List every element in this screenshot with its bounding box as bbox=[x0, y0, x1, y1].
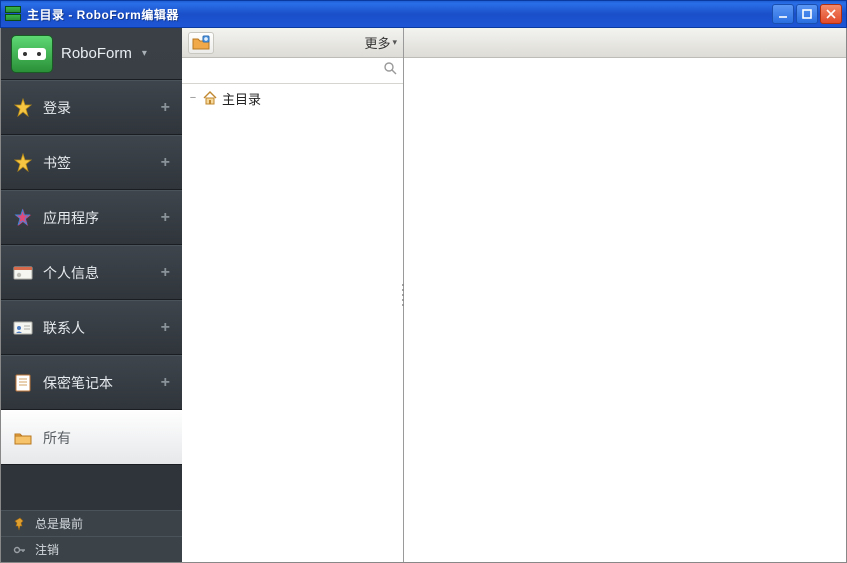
sidebar-footer: 总是最前 注销 bbox=[1, 510, 182, 562]
add-icon[interactable]: + bbox=[161, 154, 170, 172]
sidebar-item-label: 书签 bbox=[43, 153, 151, 173]
splitter-handle[interactable] bbox=[401, 284, 406, 306]
key-icon bbox=[13, 543, 27, 557]
sidebar-nav: 登录 + 书签 + 应用程序 + 个人信 bbox=[1, 80, 182, 465]
contacts-icon bbox=[13, 318, 33, 338]
roboform-logo-icon bbox=[11, 35, 53, 73]
brand-name: RoboForm bbox=[61, 45, 132, 62]
sidebar-spacer bbox=[1, 465, 182, 510]
detail-content bbox=[404, 58, 846, 562]
brand-menu[interactable]: RoboForm ▾ bbox=[1, 28, 182, 80]
detail-toolbar bbox=[404, 28, 846, 58]
folder-icon bbox=[13, 428, 33, 448]
collapse-icon[interactable]: − bbox=[188, 92, 198, 104]
sidebar-item-bookmarks[interactable]: 书签 + bbox=[1, 135, 182, 190]
footer-label: 注销 bbox=[35, 541, 59, 558]
star-key-icon bbox=[13, 98, 33, 118]
sidebar-item-safenotes[interactable]: 保密笔记本 + bbox=[1, 355, 182, 410]
home-icon bbox=[202, 90, 218, 106]
tree-item-label: 主目录 bbox=[222, 89, 261, 108]
notepad-icon bbox=[13, 373, 33, 393]
new-folder-button[interactable] bbox=[188, 32, 214, 54]
sidebar-item-contacts[interactable]: 联系人 + bbox=[1, 300, 182, 355]
sidebar-item-label: 登录 bbox=[43, 98, 151, 118]
sidebar-item-label: 所有 bbox=[43, 428, 170, 448]
list-toolbar: 更多 ▾ bbox=[182, 28, 403, 58]
folder-plus-icon bbox=[192, 35, 210, 51]
pin-icon bbox=[13, 517, 27, 531]
sidebar: RoboForm ▾ 登录 + 书签 + bbox=[1, 28, 182, 562]
sidebar-item-identities[interactable]: 个人信息 + bbox=[1, 245, 182, 300]
sidebar-item-label: 联系人 bbox=[43, 318, 151, 338]
add-icon[interactable]: + bbox=[161, 209, 170, 227]
more-label: 更多 bbox=[364, 33, 390, 52]
id-card-icon bbox=[13, 263, 33, 283]
star-icon bbox=[13, 153, 33, 173]
search-bar bbox=[182, 58, 403, 84]
sidebar-item-all[interactable]: 所有 bbox=[1, 410, 182, 465]
always-on-top-toggle[interactable]: 总是最前 bbox=[1, 510, 182, 536]
search-icon[interactable] bbox=[383, 61, 397, 80]
add-icon[interactable]: + bbox=[161, 319, 170, 337]
maximize-button[interactable] bbox=[796, 4, 818, 24]
titlebar: 主目录 - RoboForm编辑器 bbox=[0, 0, 847, 28]
tree-root-item[interactable]: − 主目录 bbox=[188, 88, 397, 108]
window-title: 主目录 - RoboForm编辑器 bbox=[27, 6, 179, 23]
star-multi-icon bbox=[13, 208, 33, 228]
add-icon[interactable]: + bbox=[161, 374, 170, 392]
minimize-button[interactable] bbox=[772, 4, 794, 24]
chevron-down-icon: ▾ bbox=[392, 37, 397, 48]
close-button[interactable] bbox=[820, 4, 842, 24]
sidebar-item-label: 应用程序 bbox=[43, 208, 151, 228]
sidebar-item-logins[interactable]: 登录 + bbox=[1, 80, 182, 135]
footer-label: 总是最前 bbox=[35, 515, 83, 532]
add-icon[interactable]: + bbox=[161, 99, 170, 117]
sidebar-item-applications[interactable]: 应用程序 + bbox=[1, 190, 182, 245]
sidebar-item-label: 个人信息 bbox=[43, 263, 151, 283]
chevron-down-icon: ▾ bbox=[142, 48, 147, 59]
window-controls bbox=[772, 4, 842, 24]
more-menu[interactable]: 更多 ▾ bbox=[364, 33, 397, 52]
detail-panel bbox=[404, 28, 846, 562]
app-icon bbox=[5, 6, 21, 22]
add-icon[interactable]: + bbox=[161, 264, 170, 282]
search-input[interactable] bbox=[188, 61, 383, 81]
app-body: RoboForm ▾ 登录 + 书签 + bbox=[0, 28, 847, 563]
sidebar-item-label: 保密笔记本 bbox=[43, 373, 151, 393]
folder-tree: − 主目录 bbox=[182, 84, 403, 562]
logout-button[interactable]: 注销 bbox=[1, 536, 182, 562]
list-panel: 更多 ▾ − 主目录 bbox=[182, 28, 404, 562]
